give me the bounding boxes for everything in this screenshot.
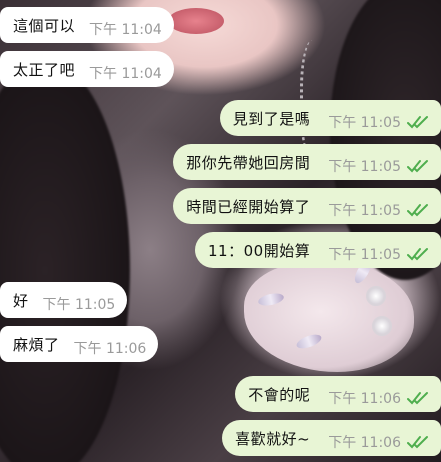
outgoing-message-bubble[interactable]: 見到了是嗎 下午 11:05 — [219, 100, 441, 136]
message-text: 那你先帶她回房間 — [186, 153, 311, 172]
message-time: 下午 11:05 — [328, 247, 401, 263]
outgoing-message-bubble[interactable]: 那你先帶她回房間 下午 11:05 — [173, 144, 441, 180]
double-check-icon — [407, 248, 428, 261]
double-check-icon — [407, 392, 428, 405]
message-text: 好 — [13, 291, 29, 310]
message-time: 下午 11:05 — [328, 203, 401, 219]
double-check-icon — [407, 204, 428, 217]
incoming-message-bubble[interactable]: 麻煩了 下午 11:06 — [0, 326, 159, 362]
message-time: 下午 11:05 — [328, 159, 401, 175]
outgoing-message-bubble[interactable]: 不會的呢 下午 11:06 — [235, 376, 441, 412]
message-time: 下午 11:06 — [328, 391, 401, 407]
message-text: 喜歡就好~ — [235, 429, 311, 448]
incoming-message-bubble[interactable]: 這個可以 下午 11:04 — [0, 7, 174, 43]
message-text: 不會的呢 — [248, 385, 311, 404]
message-time: 下午 11:05 — [328, 115, 401, 131]
outgoing-message-bubble[interactable]: 喜歡就好~ 下午 11:06 — [222, 420, 441, 456]
message-time: 下午 11:05 — [42, 297, 116, 313]
message-text: 麻煩了 — [13, 335, 60, 354]
incoming-message-bubble[interactable]: 太正了吧 下午 11:04 — [0, 51, 174, 87]
message-time: 下午 11:06 — [73, 341, 147, 357]
double-check-icon — [407, 436, 428, 449]
incoming-message-bubble[interactable]: 好 下午 11:05 — [0, 282, 128, 318]
message-text: 太正了吧 — [13, 60, 76, 79]
message-text: 11：00開始算 — [208, 241, 311, 260]
message-text: 見到了是嗎 — [232, 109, 311, 128]
message-text: 這個可以 — [13, 16, 76, 35]
message-time: 下午 11:06 — [328, 435, 401, 451]
outgoing-message-bubble[interactable]: 11：00開始算 下午 11:05 — [195, 232, 441, 268]
message-list[interactable]: 這個可以 下午 11:04 太正了吧 下午 11:04 見到了是嗎 下午 11:… — [0, 0, 441, 462]
message-text: 時間已經開始算了 — [186, 197, 311, 216]
outgoing-message-bubble[interactable]: 時間已經開始算了 下午 11:05 — [173, 188, 441, 224]
message-time: 下午 11:04 — [89, 66, 162, 82]
message-time: 下午 11:04 — [89, 22, 162, 38]
double-check-icon — [407, 160, 428, 173]
double-check-icon — [407, 116, 428, 129]
